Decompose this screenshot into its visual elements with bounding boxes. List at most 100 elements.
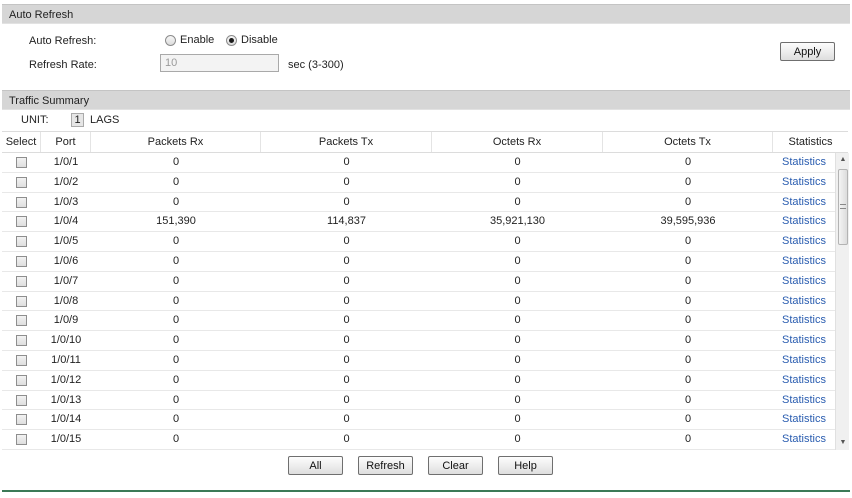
packets-rx-cell: 0 xyxy=(172,195,180,208)
statistics-link[interactable]: Statistics xyxy=(773,391,835,410)
statistics-link[interactable]: Statistics xyxy=(773,410,835,429)
auto-refresh-header: Auto Refresh xyxy=(2,4,850,24)
disable-radio-option[interactable]: Disable xyxy=(226,34,278,46)
column-header-select: Select xyxy=(2,132,41,152)
packets-rx-cell: 0 xyxy=(172,354,180,366)
port-cell: 1/0/8 xyxy=(53,294,79,307)
enable-radio-option[interactable]: Enable xyxy=(165,34,214,46)
row-select-checkbox[interactable] xyxy=(16,434,27,446)
octets-tx-cell: 0 xyxy=(684,294,692,307)
scrollbar-thumb[interactable] xyxy=(838,169,848,245)
row-select-checkbox[interactable] xyxy=(16,236,27,248)
row-select-checkbox[interactable] xyxy=(16,176,27,188)
statistics-link[interactable]: Statistics xyxy=(773,272,835,291)
packets-rx-cell: 0 xyxy=(172,334,180,347)
port-cell: 1/0/1 xyxy=(53,156,79,168)
packets-tx-cell: 0 xyxy=(343,354,350,366)
column-header-octets-rx: Octets Rx xyxy=(432,132,603,152)
octets-rx-cell: 0 xyxy=(514,195,521,208)
statistics-link[interactable]: Statistics xyxy=(773,331,835,350)
lags-tab[interactable]: LAGS xyxy=(90,114,119,126)
select-all-button[interactable]: All xyxy=(288,456,343,475)
statistics-link[interactable]: Statistics xyxy=(773,232,835,251)
packets-tx-cell: 0 xyxy=(343,413,350,426)
statistics-link[interactable]: Statistics xyxy=(773,173,835,192)
octets-tx-cell: 0 xyxy=(684,195,692,208)
traffic-summary-title: Traffic Summary xyxy=(9,95,90,107)
port-cell: 1/0/15 xyxy=(50,433,82,446)
auto-refresh-title: Auto Refresh xyxy=(9,9,74,21)
octets-rx-cell: 0 xyxy=(514,274,521,287)
packets-rx-cell: 0 xyxy=(172,393,180,406)
packets-tx-cell: 0 xyxy=(343,235,350,248)
scrollbar-grip-icon xyxy=(840,204,846,209)
row-select-checkbox[interactable] xyxy=(16,216,27,228)
unit-1-tab[interactable]: 1 xyxy=(71,113,84,127)
scroll-down-icon[interactable]: ▼ xyxy=(836,436,850,450)
column-header-packets-tx: Packets Tx xyxy=(261,132,432,152)
apply-button[interactable]: Apply xyxy=(780,42,835,61)
packets-rx-cell: 0 xyxy=(172,294,180,307)
statistics-link[interactable]: Statistics xyxy=(773,430,835,449)
statistics-link[interactable]: Statistics xyxy=(773,351,835,370)
packets-tx-cell: 0 xyxy=(343,393,350,406)
traffic-summary-header: Traffic Summary xyxy=(2,90,850,110)
port-cell: 1/0/5 xyxy=(53,235,79,248)
table-row: 1/0/8 0 0 0 0 Statistics xyxy=(2,292,835,312)
packets-tx-cell: 0 xyxy=(343,334,350,347)
table-row: 1/0/13 0 0 0 0 Statistics xyxy=(2,391,835,411)
disable-radio[interactable] xyxy=(226,34,237,46)
scroll-up-icon[interactable]: ▲ xyxy=(836,153,850,167)
port-cell: 1/0/11 xyxy=(51,354,81,366)
row-select-checkbox[interactable] xyxy=(16,355,27,366)
octets-rx-cell: 0 xyxy=(514,354,521,366)
table-row: 1/0/11 0 0 0 0 Statistics xyxy=(2,351,835,371)
statistics-link[interactable]: Statistics xyxy=(773,292,835,311)
row-select-checkbox[interactable] xyxy=(16,414,27,426)
octets-tx-cell: 0 xyxy=(684,255,692,267)
refresh-rate-input[interactable] xyxy=(160,54,279,72)
statistics-link[interactable]: Statistics xyxy=(773,252,835,271)
statistics-link[interactable]: Statistics xyxy=(773,371,835,390)
statistics-link[interactable]: Statistics xyxy=(773,153,835,172)
octets-tx-cell: 0 xyxy=(684,393,692,406)
row-select-checkbox[interactable] xyxy=(16,275,27,287)
octets-tx-cell: 0 xyxy=(684,274,692,287)
octets-rx-cell: 0 xyxy=(514,156,521,168)
statistics-link[interactable]: Statistics xyxy=(773,193,835,212)
column-header-statistics: Statistics xyxy=(788,136,833,148)
packets-tx-cell: 0 xyxy=(343,156,350,168)
row-select-checkbox[interactable] xyxy=(16,157,27,168)
statistics-link[interactable]: Statistics xyxy=(773,212,835,231)
packets-rx-cell: 0 xyxy=(172,373,180,386)
packets-rx-cell: 0 xyxy=(172,413,180,426)
octets-rx-cell: 0 xyxy=(514,255,521,267)
table-scrollbar[interactable]: ▲ ▼ xyxy=(835,153,849,450)
port-cell: 1/0/2 xyxy=(53,175,79,188)
octets-tx-cell: 0 xyxy=(684,334,692,347)
octets-rx-cell: 0 xyxy=(514,373,521,386)
port-cell: 1/0/9 xyxy=(53,314,79,327)
row-select-checkbox[interactable] xyxy=(16,374,27,386)
row-select-checkbox[interactable] xyxy=(16,394,27,406)
footer-divider xyxy=(2,490,850,492)
packets-rx-cell: 0 xyxy=(172,255,180,267)
refresh-button[interactable]: Refresh xyxy=(358,456,413,475)
enable-radio[interactable] xyxy=(165,34,176,46)
disable-label: Disable xyxy=(241,34,278,46)
row-select-checkbox[interactable] xyxy=(16,315,27,327)
octets-tx-cell: 0 xyxy=(684,354,692,366)
help-button[interactable]: Help xyxy=(498,456,553,475)
octets-tx-cell: 39,595,936 xyxy=(660,215,716,228)
clear-button[interactable]: Clear xyxy=(428,456,483,475)
table-header: Select Port Packets Rx Packets Tx Octets… xyxy=(2,131,848,153)
row-select-checkbox[interactable] xyxy=(16,256,27,267)
statistics-link[interactable]: Statistics xyxy=(773,311,835,330)
refresh-rate-label: Refresh Rate: xyxy=(29,59,97,71)
table-row: 1/0/7 0 0 0 0 Statistics xyxy=(2,272,835,292)
row-select-checkbox[interactable] xyxy=(16,196,27,208)
octets-rx-cell: 0 xyxy=(514,314,521,327)
row-select-checkbox[interactable] xyxy=(16,295,27,307)
row-select-checkbox[interactable] xyxy=(16,335,27,347)
table-row: 1/0/15 0 0 0 0 Statistics xyxy=(2,430,835,450)
